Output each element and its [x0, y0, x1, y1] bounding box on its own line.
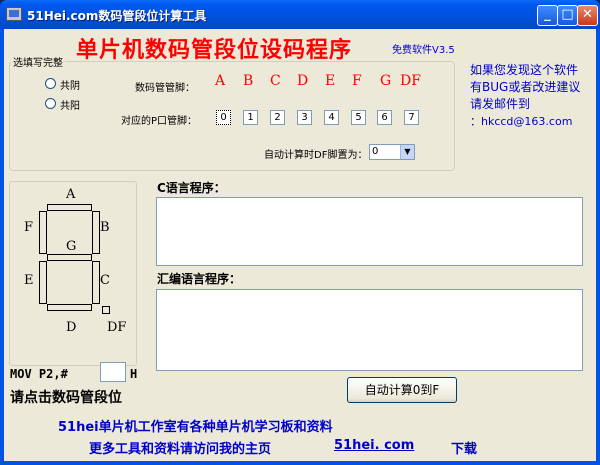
info-line-2: 有BUG或者改进建议: [470, 80, 581, 94]
segment-a[interactable]: [47, 204, 92, 211]
seg-label-c: C: [100, 273, 110, 288]
pin-input-b[interactable]: 1: [243, 110, 258, 125]
segment-f[interactable]: [39, 211, 47, 254]
info-line-1: 如果您发现这个软件: [470, 63, 579, 77]
window-title: 51Hei.com数码管段位计算工具: [27, 9, 207, 23]
click-segment-hint: 请点击数码管段位: [10, 390, 122, 406]
contact-email: ：hkccd@163.com: [470, 115, 573, 128]
seg-label-a: A: [66, 187, 76, 202]
segment-c[interactable]: [92, 261, 100, 304]
minimize-button[interactable]: _: [537, 5, 558, 26]
seg-head-df: DF: [400, 73, 421, 89]
segment-d[interactable]: [47, 304, 92, 311]
seg-head-e: E: [325, 73, 336, 89]
seg-label-df: DF: [107, 320, 127, 335]
seg-label-e: E: [24, 273, 34, 288]
seg-head-f: F: [352, 73, 362, 89]
segment-dp[interactable]: [102, 306, 110, 314]
seg-label-g: G: [66, 239, 77, 254]
options-legend: 选填写完整: [11, 54, 65, 69]
pin-input-e[interactable]: 4: [324, 110, 339, 125]
df-select[interactable]: 0 ▼: [369, 144, 415, 160]
chevron-down-icon[interactable]: ▼: [400, 145, 414, 159]
seg-head-d: D: [297, 73, 309, 89]
port-pins-label: 对应的P口管脚：: [121, 116, 198, 127]
auto-df-label: 自动计算时DF脚置为：: [264, 150, 368, 161]
seg-head-b: B: [243, 73, 254, 89]
seg-head-a: A: [215, 73, 226, 89]
maximize-button[interactable]: □: [557, 5, 578, 26]
client-area: 单片机数码管段位设码程序 免费软件V3.5 选填写完整 共阴 共阳 数码管管脚：…: [4, 29, 596, 461]
footer-line-1: 51hei单片机工作室有各种单片机学习板和资料: [58, 420, 333, 435]
segment-b[interactable]: [92, 211, 100, 254]
page-title: 单片机数码管段位设码程序: [76, 38, 353, 63]
segment-g[interactable]: [47, 254, 92, 261]
radio-common-cathode-label[interactable]: 共阴: [60, 77, 80, 92]
pin-input-f[interactable]: 5: [351, 110, 366, 125]
app-window: 51Hei.com数码管段位计算工具 _ □ ✕ 单片机数码管段位设码程序 免费…: [0, 0, 600, 465]
mov-value-input[interactable]: [100, 362, 126, 382]
radio-common-cathode[interactable]: [45, 78, 56, 89]
mov-suffix: H: [130, 367, 138, 381]
bug-report-info: 如果您发现这个软件 有BUG或者改进建议 请发邮件到 ：hkccd@163.co…: [470, 62, 580, 130]
segment-e[interactable]: [39, 261, 47, 304]
download-label: 下载: [451, 442, 478, 457]
seg-label-b: B: [100, 220, 110, 235]
footer-line-2: 更多工具和资料请访问我的主页: [89, 442, 272, 457]
seg-head-g: G: [380, 73, 392, 89]
seg-head-c: C: [270, 73, 281, 89]
df-select-value: 0: [372, 146, 379, 157]
maximize-icon: □: [561, 7, 574, 22]
seg-label-f: F: [24, 220, 34, 235]
auto-calc-button[interactable]: 自动计算0到F: [347, 377, 457, 403]
c-code-label: C语言程序：: [157, 181, 226, 195]
asm-code-label: 汇编语言程序：: [157, 272, 242, 286]
radio-common-anode[interactable]: [45, 98, 56, 109]
app-icon[interactable]: [6, 7, 22, 21]
pin-input-c[interactable]: 2: [270, 110, 285, 125]
segment-pins-label: 数码管管脚：: [135, 83, 195, 94]
close-icon: ✕: [582, 7, 593, 22]
mov-prefix: MOV P2,#: [10, 367, 68, 381]
pin-input-g[interactable]: 6: [377, 110, 392, 125]
version-label: 免费软件V3.5: [392, 45, 455, 56]
homepage-link[interactable]: 51hei. com: [334, 438, 414, 453]
title-bar[interactable]: 51Hei.com数码管段位计算工具 _ □ ✕: [0, 0, 600, 29]
close-button[interactable]: ✕: [577, 5, 598, 26]
info-line-3: 请发邮件到: [470, 97, 531, 111]
seg-label-d: D: [66, 320, 77, 335]
minimize-icon: _: [544, 7, 551, 22]
radio-common-anode-label[interactable]: 共阳: [60, 97, 80, 112]
c-code-textarea[interactable]: [156, 197, 583, 266]
pin-input-d[interactable]: 3: [297, 110, 312, 125]
pin-input-df[interactable]: 7: [404, 110, 419, 125]
asm-code-textarea[interactable]: [156, 289, 583, 371]
pin-input-a[interactable]: 0: [216, 110, 231, 125]
